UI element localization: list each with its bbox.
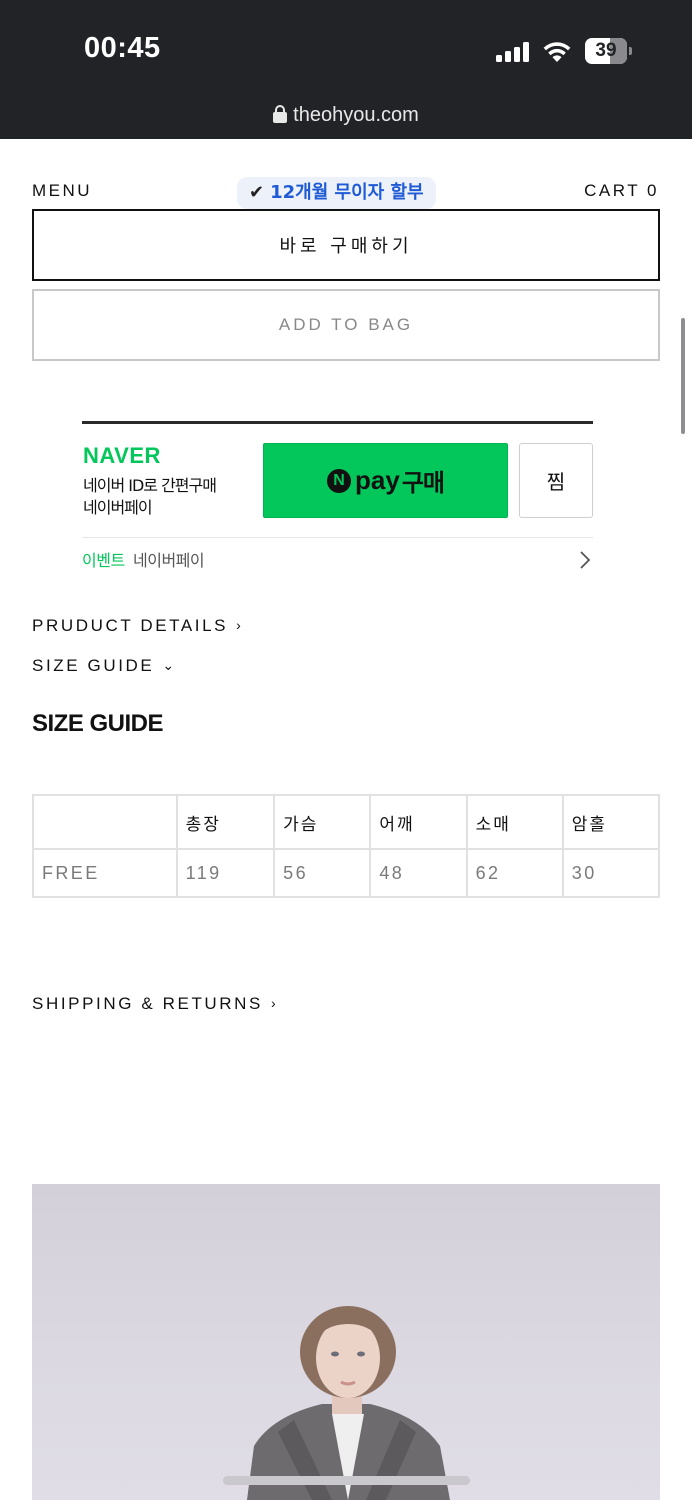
naver-event-text[interactable]: 네이버페이 [133,547,205,571]
status-bar: 00:45 39 theohyou.com [0,0,692,139]
home-indicator[interactable] [223,1476,470,1485]
wifi-icon [543,42,571,62]
table-header-cell: 총장 [175,794,276,850]
table-header-cell: 암홀 [561,794,661,850]
buy-now-button[interactable]: 바로 구매하기 [32,209,660,281]
naver-pay-description: 네이버 ID로 간편구매 [83,476,217,495]
table-header-cell: 어깨 [369,794,468,850]
installment-promo-badge: ✔ 12개월 무이자 할부 [237,177,436,215]
menu-link[interactable]: MENU [32,181,92,201]
naver-event-tag[interactable]: 이벤트 [82,547,125,571]
cart-link[interactable]: CART 0 [584,181,659,201]
battery-icon: 39 [585,38,632,64]
table-cell: 48 [369,848,468,898]
table-row: FREE 119 56 48 62 30 [32,848,661,898]
status-time: 00:45 [84,32,161,64]
wish-label: 찜 [546,470,566,494]
table-cell: 62 [465,848,564,898]
add-to-bag-label: ADD TO BAG [278,315,414,334]
battery-level: 39 [595,40,617,61]
chevron-right-icon[interactable] [578,550,592,570]
naver-pay-divider [82,421,593,424]
table-header-cell: 소매 [465,794,564,850]
url-bar[interactable]: theohyou.com [0,104,692,127]
url-text: theohyou.com [293,104,419,126]
page-scrollbar[interactable] [681,318,685,434]
table-header-row: 총장 가슴 어깨 소매 암홀 [32,794,661,850]
product-image[interactable] [32,1184,660,1500]
naver-logo: NAVER [83,443,161,468]
naver-wishlist-button[interactable]: 찜 [519,443,593,518]
table-header-cell: 가슴 [273,794,372,850]
product-details-toggle[interactable]: PRUDUCT DETAILS › [32,616,241,636]
buy-now-label: 바로 구매하기 [279,236,413,257]
product-details-label: PRUDUCT DETAILS [32,616,229,635]
shipping-returns-toggle[interactable]: SHIPPING & RETURNS › [32,994,276,1014]
add-to-bag-button[interactable]: ADD TO BAG [32,289,660,361]
naver-pay-buy-button[interactable]: N pay 구매 [263,443,508,518]
size-table: 총장 가슴 어깨 소매 암홀 FREE 119 56 48 62 30 [32,794,661,898]
chevron-right-icon: › [236,617,241,633]
table-cell: 30 [561,848,661,898]
promo-text: 12개월 무이자 할부 [270,182,424,203]
naver-pay-separator [82,537,593,538]
pay-buy-label: 구매 [401,469,445,497]
size-guide-heading: SIZE GUIDE [32,710,164,737]
naver-n-icon: N [327,468,351,493]
table-cell: 119 [175,848,276,898]
naver-pay-description-2: 네이버페이 [83,498,153,517]
check-icon: ✔ [249,182,265,203]
shipping-returns-label: SHIPPING & RETURNS [32,994,263,1013]
size-guide-label: SIZE GUIDE [32,656,155,675]
cellular-signal-icon [496,42,530,62]
table-cell: FREE [32,848,178,898]
chevron-right-icon: › [271,995,276,1011]
size-guide-toggle[interactable]: SIZE GUIDE ⌄ [32,656,174,676]
pay-label: pay [355,465,400,495]
table-header-cell [32,794,178,850]
lock-icon [273,105,288,123]
model-figure [247,1306,450,1500]
table-cell: 56 [273,848,372,898]
chevron-down-icon: ⌄ [162,657,175,673]
